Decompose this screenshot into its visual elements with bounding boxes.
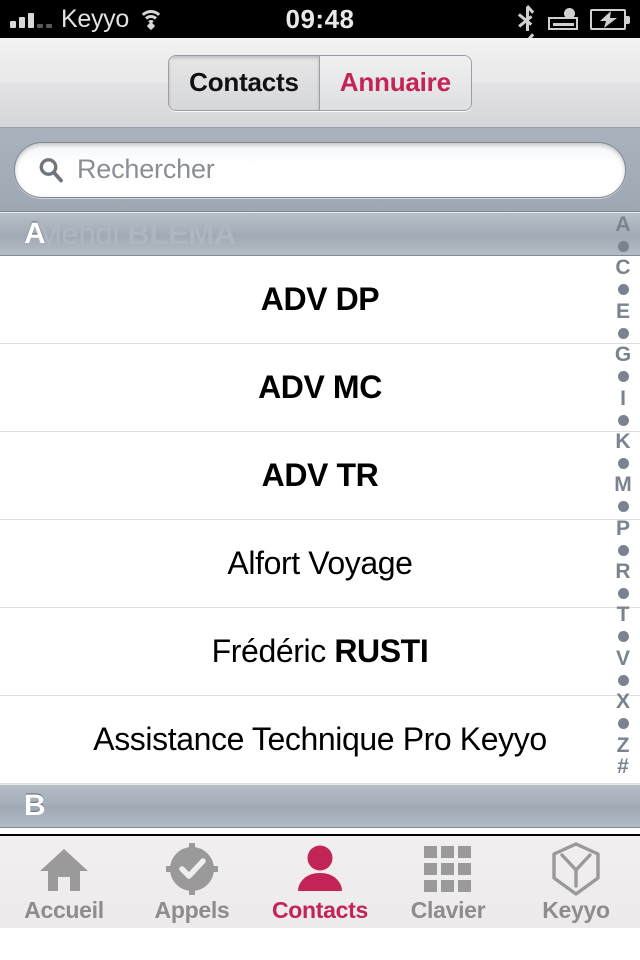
search-input[interactable]: Rechercher xyxy=(14,141,626,198)
battery-charging-icon xyxy=(590,8,630,30)
alpha-index-dot[interactable] xyxy=(606,539,640,561)
alpha-index-Z[interactable]: Z xyxy=(606,734,640,757)
alpha-index-dot[interactable] xyxy=(606,713,640,735)
tab-contacts[interactable]: Contacts xyxy=(256,836,384,928)
search-icon xyxy=(37,156,65,184)
alpha-index-#[interactable]: # xyxy=(606,756,640,778)
tab-appels[interactable]: Appels xyxy=(128,836,256,928)
alpha-index-dot[interactable] xyxy=(606,583,640,605)
alpha-index-V[interactable]: V xyxy=(606,648,640,670)
search-bar-container: Rechercher xyxy=(0,128,640,212)
recents-clock-icon xyxy=(166,842,218,895)
table-row[interactable]: Assistance Technique Pro Keyyo xyxy=(0,696,640,784)
search-placeholder: Rechercher xyxy=(77,154,215,184)
status-bar-right xyxy=(519,5,630,42)
alpha-index-R[interactable]: R xyxy=(606,561,640,583)
section-letter-a: A xyxy=(24,217,46,250)
alpha-index-dot[interactable] xyxy=(606,366,640,388)
alpha-index-I[interactable]: I xyxy=(606,387,640,410)
alpha-index-dot[interactable] xyxy=(606,669,640,691)
section-letter-b: B xyxy=(24,789,46,822)
alpha-index-M[interactable]: M xyxy=(606,474,640,496)
nav-bar: Contacts Annuaire xyxy=(0,38,640,128)
tab-clavier-label: Clavier xyxy=(410,896,486,923)
ghost-last-name: BLEMA xyxy=(127,216,236,251)
table-row[interactable]: Frédéric RUSTI xyxy=(0,608,640,696)
segment-annuaire[interactable]: Annuaire xyxy=(319,55,471,110)
alpha-index-G[interactable]: G xyxy=(606,344,640,366)
alpha-index-dot[interactable] xyxy=(606,279,640,301)
alpha-index-A[interactable]: A xyxy=(606,214,640,236)
segment-annuaire-label: Annuaire xyxy=(339,67,451,97)
tab-accueil-label: Accueil xyxy=(24,896,104,923)
tab-keyyo-label: Keyyo xyxy=(542,896,610,923)
alpha-index-K[interactable]: K xyxy=(606,431,640,453)
alpha-index-dot[interactable] xyxy=(606,496,640,518)
contact-name: ADV TR xyxy=(261,457,379,493)
tab-accueil[interactable]: Accueil xyxy=(0,836,128,928)
charging-bolt-icon xyxy=(600,10,617,28)
table-row[interactable]: ADV MC xyxy=(0,344,640,432)
alpha-index-C[interactable]: C xyxy=(606,257,640,279)
contact-name: Assistance Technique Pro Keyyo xyxy=(93,721,547,757)
contact-name: Alfort Voyage xyxy=(227,545,413,581)
segmented-control[interactable]: Contacts Annuaire xyxy=(168,54,472,111)
cube-logo-icon xyxy=(550,841,602,896)
alpha-index-dot[interactable] xyxy=(606,409,640,431)
alpha-index-dot[interactable] xyxy=(606,626,640,648)
tab-bar: Accueil Appels Contacts Clavier Keyyo xyxy=(0,834,640,928)
alpha-index-dot[interactable] xyxy=(606,236,640,258)
person-icon xyxy=(294,845,346,893)
ghost-first-name: Mehdi xyxy=(36,216,128,251)
section-header-b: B xyxy=(0,784,640,828)
alpha-index-P[interactable]: P xyxy=(606,517,640,540)
table-row[interactable]: ADV TR xyxy=(0,432,640,520)
alpha-index[interactable]: A C E G I K M P R T V X Z # xyxy=(606,212,640,834)
status-bar: Keyyo 09:48 xyxy=(0,0,640,42)
alpha-index-dot[interactable] xyxy=(606,322,640,344)
home-icon xyxy=(36,845,92,893)
bluetooth-icon xyxy=(519,5,536,42)
keypad-grid-icon xyxy=(422,845,474,893)
app-root: Keyyo 09:48 Contacts Annuaire Rechercher… xyxy=(0,0,640,960)
segment-contacts[interactable]: Contacts xyxy=(169,55,320,110)
segment-contacts-label: Contacts xyxy=(189,67,299,97)
tab-contacts-label: Contacts xyxy=(271,896,368,923)
ghost-contact-row: Mehdi BLEMA xyxy=(36,216,236,252)
contact-list[interactable]: Mehdi BLEMA A ADV DP ADV MC ADV TR Alfor… xyxy=(0,212,640,834)
alpha-index-E[interactable]: E xyxy=(606,301,640,323)
contact-name: ADV DP xyxy=(260,281,380,317)
lock-rotation-icon xyxy=(548,8,578,30)
tab-appels-label: Appels xyxy=(154,896,230,923)
contact-name: ADV MC xyxy=(258,369,382,405)
alpha-index-X[interactable]: X xyxy=(606,691,640,713)
table-row[interactable]: ADV DP xyxy=(0,256,640,344)
tab-clavier[interactable]: Clavier xyxy=(384,836,512,928)
table-row[interactable]: Alfort Voyage xyxy=(0,520,640,608)
contact-name: Frédéric RUSTI xyxy=(211,633,429,669)
status-bar-clock: 09:48 xyxy=(285,3,355,34)
section-header-a: Mehdi BLEMA A xyxy=(0,212,640,256)
alpha-index-dot[interactable] xyxy=(606,453,640,475)
tab-keyyo[interactable]: Keyyo xyxy=(512,836,640,928)
alpha-index-T[interactable]: T xyxy=(606,604,640,626)
